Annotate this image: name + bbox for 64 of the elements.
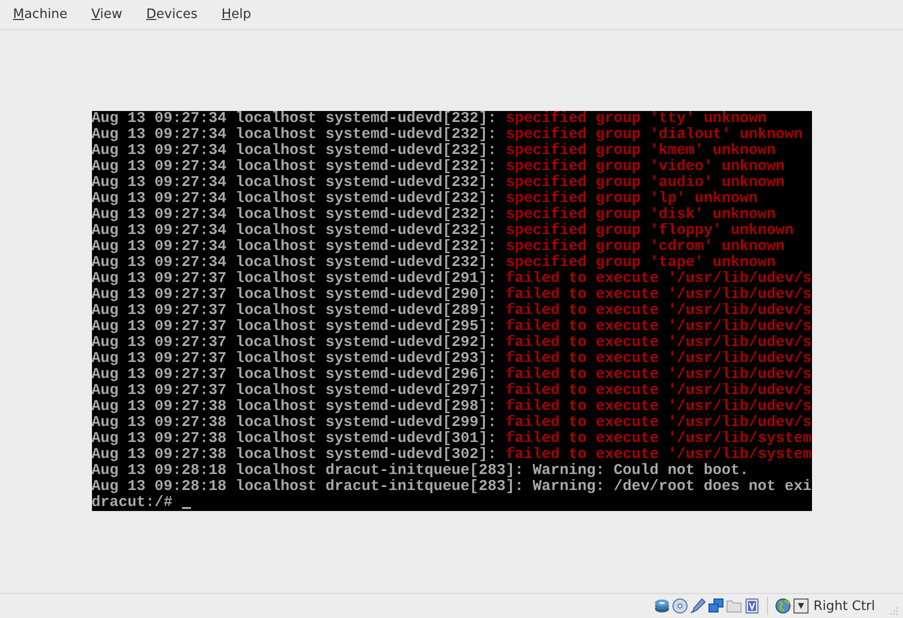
log-prefix: Aug 13 09:27:34 localhost systemd-udevd[232]: — [92, 222, 497, 238]
log-message: specified group 'dialout' unknown — [506, 126, 803, 142]
host-key-label: Right Ctrl — [814, 598, 875, 614]
log-prefix: Aug 13 09:27:34 localhost systemd-udevd[232]: — [92, 142, 497, 158]
log-message: failed to execute '/usr/lib/udev/s — [506, 286, 812, 302]
log-prefix: Aug 13 09:27:37 localhost systemd-udevd[295]: — [92, 318, 497, 334]
log-prefix: Aug 13 09:27:38 localhost systemd-udevd[298]: — [92, 398, 497, 414]
log-message: failed to execute '/usr/lib/udev/s — [506, 382, 812, 398]
log-message: specified group 'lp' unknown — [506, 190, 758, 206]
log-prefix: Aug 13 09:27:37 localhost systemd-udevd[293]: — [92, 350, 497, 366]
log-prefix: Aug 13 09:27:37 localhost systemd-udevd[296]: — [92, 366, 497, 382]
log-prefix: Aug 13 09:27:34 localhost systemd-udevd[232]: — [92, 126, 497, 142]
log-message: specified group 'kmem' unknown — [506, 142, 776, 158]
log-message: failed to execute '/usr/lib/udev/s — [506, 270, 812, 286]
log-prefix: Aug 13 09:27:34 localhost systemd-udevd[232]: — [92, 174, 497, 190]
log-message: failed to execute '/usr/lib/udev/s — [506, 318, 812, 334]
log-prefix: Aug 13 09:27:34 localhost systemd-udevd[232]: — [92, 206, 497, 222]
arrow-down-icon[interactable] — [792, 598, 808, 614]
log-message: failed to execute '/usr/lib/system — [506, 430, 812, 446]
optical-disc-icon[interactable] — [672, 598, 688, 614]
log-message: failed to execute '/usr/lib/udev/s — [506, 334, 812, 350]
log-prefix: Aug 13 09:27:34 localhost systemd-udevd[232]: — [92, 190, 497, 206]
log-prefix: Aug 13 09:28:18 localhost dracut-initqueue[283]: — [92, 462, 524, 478]
log-prefix: Aug 13 09:27:34 localhost systemd-udevd[232]: — [92, 158, 497, 174]
log-message: failed to execute '/usr/lib/udev/s — [506, 414, 812, 430]
resize-grip-icon[interactable] — [889, 606, 899, 616]
log-prefix: Aug 13 09:27:34 localhost systemd-udevd[232]: — [92, 238, 497, 254]
log-message: specified group 'tape' unknown — [506, 254, 776, 270]
log-message: failed to execute '/usr/lib/udev/s — [506, 398, 812, 414]
log-prefix: Aug 13 09:27:38 localhost systemd-udevd[301]: — [92, 430, 497, 446]
network-icon[interactable] — [708, 598, 724, 614]
log-prefix: Aug 13 09:27:37 localhost systemd-udevd[292]: — [92, 334, 497, 350]
log-message: Warning: /dev/root does not exi — [532, 478, 812, 494]
log-prefix: Aug 13 09:27:37 localhost systemd-udevd[297]: — [92, 382, 497, 398]
log-prefix: Aug 13 09:27:37 localhost systemd-udevd[290]: — [92, 286, 497, 302]
log-message: failed to execute '/usr/lib/system — [506, 446, 812, 462]
log-message: specified group 'floppy' unknown — [506, 222, 794, 238]
menu-item[interactable]: Machine — [8, 3, 72, 26]
log-prefix: Aug 13 09:27:38 localhost systemd-udevd[299]: — [92, 414, 497, 430]
log-message: specified group 'audio' unknown — [506, 174, 785, 190]
menu-item[interactable]: Devices — [141, 3, 203, 26]
log-prefix: Aug 13 09:27:34 localhost systemd-udevd[232]: — [92, 110, 497, 126]
log-prefix: Aug 13 09:27:34 localhost systemd-udevd[232]: — [92, 254, 497, 270]
log-prefix: Aug 13 09:27:38 localhost systemd-udevd[302]: — [92, 446, 497, 462]
log-message: Warning: Could not boot. — [532, 462, 749, 478]
log-prefix: Aug 13 09:27:37 localhost systemd-udevd[291]: — [92, 270, 497, 286]
log-message: specified group 'video' unknown — [506, 158, 785, 174]
log-message: failed to execute '/usr/lib/udev/s — [506, 366, 812, 382]
hard-disk-icon[interactable] — [654, 598, 670, 614]
menu-item[interactable]: View — [86, 3, 128, 26]
log-message: specified group 'disk' unknown — [506, 206, 776, 222]
chip-icon[interactable] — [744, 598, 760, 614]
menu-item[interactable]: Help — [216, 3, 256, 26]
pen-icon[interactable] — [690, 598, 706, 614]
text-cursor — [182, 506, 191, 508]
log-message: failed to execute '/usr/lib/udev/s — [506, 302, 812, 318]
globe-icon[interactable] — [774, 598, 790, 614]
log-prefix: Aug 13 09:28:18 localhost dracut-initqueue[283]: — [92, 478, 524, 494]
console-screen[interactable] — [92, 110, 812, 510]
log-message: failed to execute '/usr/lib/udev/s — [506, 350, 812, 366]
log-message: specified group 'tty' unknown — [506, 110, 767, 126]
shell-prompt: dracut:/# — [92, 494, 173, 510]
log-message: specified group 'cdrom' unknown — [506, 238, 785, 254]
log-prefix: Aug 13 09:27:37 localhost systemd-udevd[289]: — [92, 302, 497, 318]
